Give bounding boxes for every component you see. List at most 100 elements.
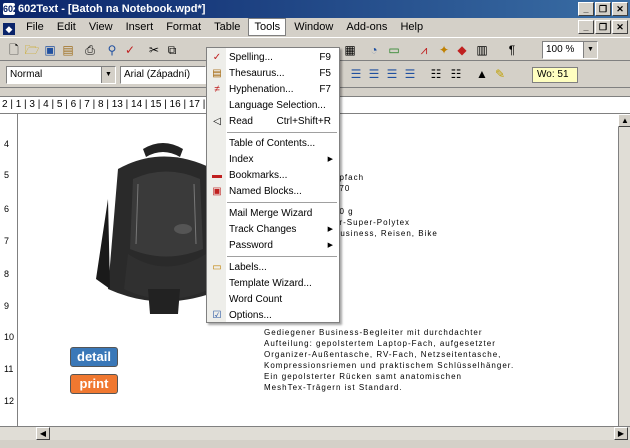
menu-table[interactable]: Table <box>209 18 245 36</box>
menu-edit[interactable]: Edit <box>52 18 81 36</box>
scroll-left-icon[interactable]: ◀ <box>36 427 50 440</box>
print-icon[interactable]: ⎙ <box>82 42 98 58</box>
minimize-button[interactable]: _ <box>578 2 594 16</box>
cut-icon[interactable]: ✂ <box>146 42 162 58</box>
menu-label: Named Blocks... <box>229 186 302 197</box>
menu-label: Options... <box>229 310 272 321</box>
menu-read[interactable]: ◁ Read Ctrl+Shift+R <box>207 114 339 130</box>
shapes-icon[interactable]: ◔ <box>366 42 382 58</box>
menu-label: Bookmarks... <box>229 170 288 181</box>
horizontal-scrollbar[interactable]: ◀ ▶ <box>0 426 630 440</box>
numbering-icon[interactable]: ☷ <box>428 66 444 82</box>
paragraph-line: Kompressionsriemen und praktischem Schlü… <box>264 361 515 370</box>
menu-add-ons[interactable]: Add-ons <box>341 18 392 36</box>
menu-bookmarks[interactable]: ▬ Bookmarks... <box>207 168 339 184</box>
font-color-icon[interactable]: ▲ <box>474 66 490 82</box>
paragraph-line: Gediegener Business-Begleiter mit durchd… <box>264 328 483 337</box>
scroll-up-icon[interactable]: ▲ <box>618 114 630 127</box>
table-icon[interactable]: ▦ <box>342 42 358 58</box>
named-block-icon: ▣ <box>212 186 222 197</box>
detail-button[interactable]: detail <box>70 347 118 367</box>
doc-close-button[interactable]: ✕ <box>612 20 628 34</box>
menu-spelling[interactable]: ✓ Spelling... F9 <box>207 50 339 66</box>
zoom-select[interactable]: 100 % ▼ <box>542 41 598 59</box>
print-preview-icon[interactable]: ▤ <box>60 42 76 58</box>
bookmark-icon: ▬ <box>212 170 222 181</box>
align-right-icon[interactable]: ☰ <box>384 66 400 82</box>
justify-icon[interactable]: ☰ <box>402 66 418 82</box>
menu-label: Password <box>229 240 273 251</box>
menu-options[interactable]: ☑ Options... <box>207 308 339 324</box>
menu-mail-merge-wizard[interactable]: Mail Merge Wizard <box>207 206 339 222</box>
menu-label: Word Count <box>229 294 283 305</box>
menu-view[interactable]: View <box>84 18 118 36</box>
highlight-icon[interactable]: ✎ <box>492 66 508 82</box>
style-select[interactable]: Normal ▼ <box>6 66 116 84</box>
menu-password[interactable]: Password ▶ <box>207 238 339 254</box>
menu-label: Labels... <box>229 262 267 273</box>
barcode-icon[interactable]: ▥ <box>474 42 490 58</box>
menu-file[interactable]: File <box>21 18 49 36</box>
bullets-icon[interactable]: ☷ <box>448 66 464 82</box>
menu-word-count[interactable]: Word Count <box>207 292 339 308</box>
vruler-mark: 5 <box>4 170 10 180</box>
diamond-icon[interactable]: ◆ <box>454 42 470 58</box>
vertical-ruler[interactable]: 4 5 6 7 8 9 10 11 12 <box>0 114 18 426</box>
restore-button[interactable]: ❐ <box>595 2 611 16</box>
close-button[interactable]: ✕ <box>612 2 628 16</box>
save-icon[interactable]: ▣ <box>42 42 58 58</box>
spellcheck-icon: ✓ <box>212 52 222 63</box>
vruler-mark: 8 <box>4 269 10 279</box>
menu-named-blocks[interactable]: ▣ Named Blocks... <box>207 184 339 200</box>
menu-table-of-contents[interactable]: Table of Contents... <box>207 136 339 152</box>
menu-format[interactable]: Format <box>161 18 206 36</box>
find-icon[interactable]: ⚲ <box>104 42 120 58</box>
menu-thesaurus[interactable]: ▤ Thesaurus... F5 <box>207 66 339 82</box>
new-document-icon[interactable]: 🗋 <box>6 42 22 58</box>
scroll-right-icon[interactable]: ▶ <box>614 427 628 440</box>
doc-line: er-Super-Polytex <box>334 218 411 227</box>
doc-minimize-button[interactable]: _ <box>578 20 594 34</box>
menu-labels[interactable]: ▭ Labels... <box>207 260 339 276</box>
print-button[interactable]: print <box>70 374 118 394</box>
menu-label: Template Wizard... <box>229 278 312 289</box>
menu-template-wizard[interactable]: Template Wizard... <box>207 276 339 292</box>
menu-insert[interactable]: Insert <box>121 18 159 36</box>
vertical-scrollbar[interactable]: ▲ <box>618 114 630 426</box>
copy-icon[interactable]: ⧉ <box>164 42 180 58</box>
menu-separator <box>227 202 337 203</box>
menu-separator <box>227 256 337 257</box>
spellcheck-toolbar-icon[interactable]: ✓ <box>122 42 138 58</box>
text-art-icon[interactable]: ⩘ <box>416 42 432 58</box>
menu-bar: ◆ File Edit View Insert Format Table Too… <box>0 18 630 36</box>
vruler-mark: 7 <box>4 236 10 246</box>
menu-index[interactable]: Index ▶ <box>207 152 339 168</box>
menu-language-selection[interactable]: Language Selection... <box>207 98 339 114</box>
symbol-icon[interactable]: ✦ <box>436 42 452 58</box>
menu-label: Read <box>229 116 253 127</box>
menu-tools[interactable]: Tools <box>248 18 287 36</box>
menu-label: Thesaurus... <box>229 68 285 79</box>
style-value: Normal <box>10 69 43 80</box>
paragraph-marks-icon[interactable]: ¶ <box>504 42 520 58</box>
options-icon: ☑ <box>212 310 222 321</box>
speaker-icon: ◁ <box>213 116 221 127</box>
menu-help[interactable]: Help <box>395 18 428 36</box>
font-value: Arial (Západní) <box>124 69 191 80</box>
menu-window[interactable]: Window <box>289 18 338 36</box>
menu-label: Spelling... <box>229 52 273 63</box>
menu-hyphenation[interactable]: ≠ Hyphenation... F7 <box>207 82 339 98</box>
menu-label: Index <box>229 154 254 165</box>
label-icon: ▭ <box>212 262 222 273</box>
menu-label: Table of Contents... <box>229 138 316 149</box>
font-select[interactable]: Arial (Západní) <box>120 66 206 84</box>
open-folder-icon[interactable]: 🗁 <box>24 42 40 58</box>
align-center-icon[interactable]: ☰ <box>366 66 382 82</box>
tools-dropdown-menu: ✓ Spelling... F9 ▤ Thesaurus... F5 ≠ Hyp… <box>206 47 340 323</box>
image-icon[interactable]: ▭ <box>386 42 402 58</box>
paragraph-line: Organizer-Außentasche, RV-Fach, Netzseit… <box>264 350 502 359</box>
doc-restore-button[interactable]: ❐ <box>595 20 611 34</box>
align-left-icon[interactable]: ☰ <box>348 66 364 82</box>
menu-track-changes[interactable]: Track Changes ▶ <box>207 222 339 238</box>
document-menu-icon[interactable]: ◆ <box>3 23 15 35</box>
